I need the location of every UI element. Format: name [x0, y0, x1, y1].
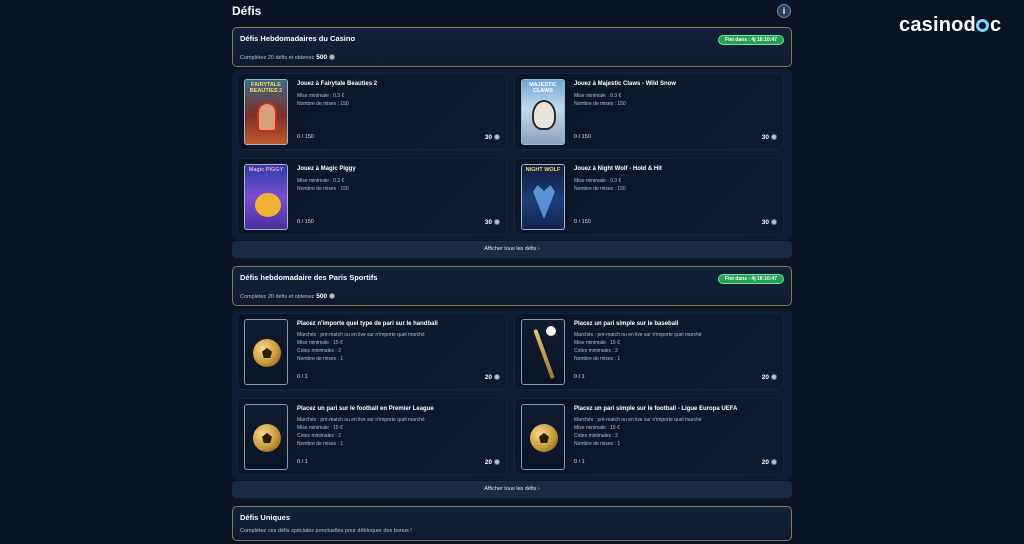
challenge-progress: 0 / 1: [574, 374, 585, 380]
football-thumbnail: [521, 404, 565, 470]
casino-section-title: Défis Hebdomadaires du Casino: [240, 34, 356, 43]
coin-icon: [771, 459, 777, 465]
challenge-title: Placez n'importe quel type de pari sur l…: [297, 321, 438, 327]
info-icon[interactable]: i: [777, 4, 791, 18]
sports-section-title: Défis hebdomadaire des Paris Sportifs: [240, 273, 378, 282]
challenge-reward: 30: [485, 134, 500, 141]
challenge-title: Jouez à Majestic Claws - Wild Snow: [574, 81, 676, 87]
challenge-title: Placez un pari simple sur le baseball: [574, 321, 679, 327]
sports-show-all-button[interactable]: Afficher tous les défis ›: [232, 481, 792, 498]
sports-timer-badge: Fini dans : 4j 16:10:47: [718, 274, 784, 284]
coin-icon: [494, 459, 500, 465]
coin-icon: [494, 374, 500, 380]
challenge-min-odds: Cotes minimales : 2: [574, 348, 618, 354]
challenge-title: Jouez à Fairytale Beauties 2: [297, 81, 378, 87]
challenge-progress: 0 / 150: [297, 219, 314, 225]
unique-challenges-header: Défis Uniques Complétez ces défis spécia…: [232, 506, 792, 541]
coin-icon: [494, 134, 500, 140]
unique-section-title: Défis Uniques: [240, 513, 291, 522]
challenge-min-bet: Mise minimale : 0.3 €: [297, 93, 345, 99]
coin-icon: [771, 134, 777, 140]
challenge-bet-count: Nombre de mises : 1: [574, 441, 621, 447]
casino-timer-badge: Fini dans : 4j 16:10:47: [718, 35, 784, 45]
challenge-bet-count: Nombre de mises : 150: [297, 101, 349, 107]
coin-icon: [329, 54, 336, 60]
game-thumbnail-fairytale-beauties: FAIRYTALE BEAUTIES 2: [244, 79, 288, 145]
game-thumbnail-night-wolf: NIGHT WOLF: [521, 164, 565, 230]
challenge-reward: 30: [485, 219, 500, 226]
challenge-min-bet: Mise minimale : 0.3 €: [297, 178, 345, 184]
challenge-card-baseball[interactable]: Placez un pari simple sur le baseball Ma…: [514, 313, 784, 390]
challenge-progress: 0 / 150: [574, 219, 591, 225]
ball-icon: [253, 339, 281, 367]
challenge-card-magic-piggy[interactable]: Magic PIGGY Jouez à Magic Piggy Mise min…: [237, 158, 507, 235]
ball-icon: [253, 424, 281, 452]
casino-section-desc: Complétez 20 défis et obtenez 500: [240, 54, 336, 61]
challenge-reward: 30: [762, 219, 777, 226]
football-thumbnail: [244, 404, 288, 470]
challenge-min-bet: Mise minimale : 15 €: [297, 425, 343, 431]
sports-challenges-area: Placez n'importe quel type de pari sur l…: [232, 309, 792, 480]
challenge-progress: 0 / 1: [574, 459, 585, 465]
game-thumbnail-magic-piggy: Magic PIGGY: [244, 164, 288, 230]
unique-section-desc: Complétez ces défis spéciales ponctuelle…: [240, 528, 412, 534]
challenge-progress: 0 / 1: [297, 374, 308, 380]
coin-icon: [771, 219, 777, 225]
handball-thumbnail: [244, 319, 288, 385]
challenge-card-premier-league[interactable]: Placez un pari sur le football en Premie…: [237, 398, 507, 475]
challenge-reward: 20: [485, 374, 500, 381]
casino-show-all-button[interactable]: Afficher tous les défis ›: [232, 241, 792, 258]
challenge-min-bet: Mise minimale : 0.3 €: [574, 178, 622, 184]
challenge-markets: Marchés : pré-match ou en live sur n'imp…: [297, 417, 425, 423]
challenge-reward: 20: [485, 459, 500, 466]
baseball-thumbnail: [521, 319, 565, 385]
casino-challenges-area: FAIRYTALE BEAUTIES 2 Jouez à Fairytale B…: [232, 69, 792, 240]
challenge-bet-count: Nombre de mises : 150: [574, 101, 626, 107]
ball-icon: [530, 424, 558, 452]
challenge-min-odds: Cotes minimales : 2: [297, 433, 341, 439]
casinodoc-logo: casinod c: [899, 14, 1002, 36]
challenge-min-bet: Mise minimale : 15 €: [574, 340, 620, 346]
challenge-reward: 20: [762, 459, 777, 466]
coin-icon: [494, 219, 500, 225]
challenge-min-bet: Mise minimale : 15 €: [574, 425, 620, 431]
challenge-title: Placez un pari sur le football en Premie…: [297, 406, 434, 412]
challenge-progress: 0 / 150: [297, 134, 314, 140]
sports-weekly-header: Défis hebdomadaire des Paris Sportifs Fi…: [232, 266, 792, 306]
challenge-progress: 0 / 1: [297, 459, 308, 465]
challenge-card-majestic-claws[interactable]: MAJESTIC CLAWS Jouez à Majestic Claws - …: [514, 73, 784, 150]
challenge-markets: Marchés : pré-match ou en live sur n'imp…: [297, 332, 425, 338]
challenge-card-night-wolf[interactable]: NIGHT WOLF Jouez à Night Wolf - Hold & H…: [514, 158, 784, 235]
challenge-progress: 0 / 150: [574, 134, 591, 140]
challenge-bet-count: Nombre de mises : 1: [297, 356, 344, 362]
challenge-title: Jouez à Magic Piggy: [297, 166, 356, 172]
challenge-card-handball[interactable]: Placez n'importe quel type de pari sur l…: [237, 313, 507, 390]
challenge-min-odds: Cotes minimales : 2: [574, 433, 618, 439]
challenge-min-bet: Mise minimale : 0.3 €: [574, 93, 622, 99]
challenge-min-bet: Mise minimale : 15 €: [297, 340, 343, 346]
challenge-title: Placez un pari simple sur le football - …: [574, 406, 738, 412]
challenge-bet-count: Nombre de mises : 150: [297, 186, 349, 192]
page-title: Défis: [232, 4, 262, 18]
challenge-card-europa-league[interactable]: Placez un pari simple sur le football - …: [514, 398, 784, 475]
coin-icon: [771, 374, 777, 380]
challenge-bet-count: Nombre de mises : 1: [574, 356, 621, 362]
sports-section-desc: Complétez 20 défis et obtenez 500: [240, 293, 336, 300]
bat-icon: [533, 328, 555, 380]
challenge-bet-count: Nombre de mises : 1: [297, 441, 344, 447]
challenge-reward: 30: [762, 134, 777, 141]
challenge-bet-count: Nombre de mises : 150: [574, 186, 626, 192]
coin-icon: [329, 293, 336, 299]
challenge-min-odds: Cotes minimales : 2: [297, 348, 341, 354]
challenge-title: Jouez à Night Wolf - Hold & Hit: [574, 166, 662, 172]
game-thumbnail-majestic-claws: MAJESTIC CLAWS: [521, 79, 565, 145]
challenge-card-fairytale[interactable]: FAIRYTALE BEAUTIES 2 Jouez à Fairytale B…: [237, 73, 507, 150]
casino-weekly-header: Défis Hebdomadaires du Casino Fini dans …: [232, 27, 792, 67]
challenge-reward: 20: [762, 374, 777, 381]
challenge-markets: Marchés : pré-match ou en live sur n'imp…: [574, 332, 702, 338]
challenge-markets: Marchés : pré-match ou en live sur n'imp…: [574, 417, 702, 423]
